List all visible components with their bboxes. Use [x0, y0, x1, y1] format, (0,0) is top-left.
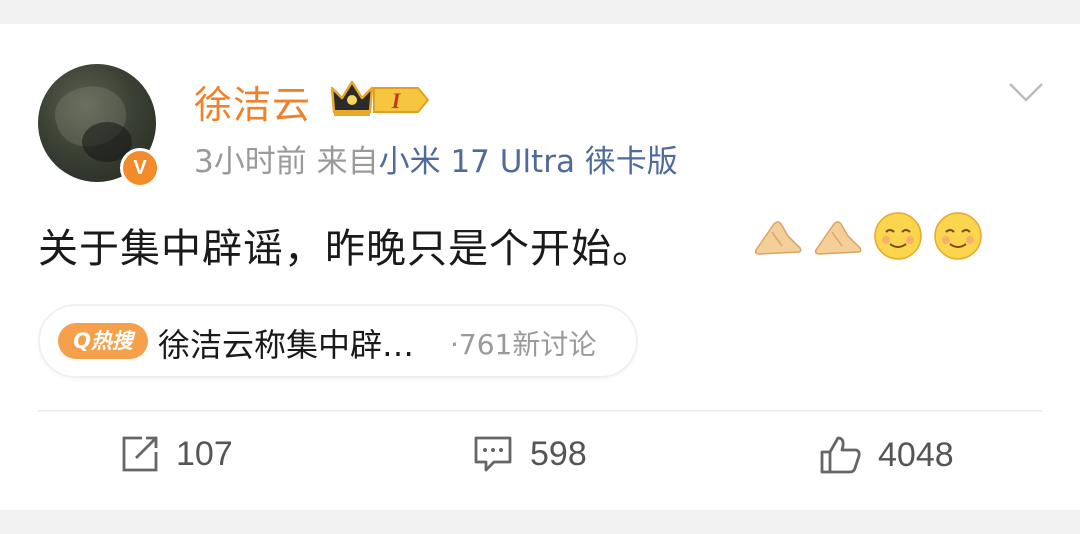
- share-button[interactable]: 107: [120, 434, 233, 474]
- hot-search-count: ·761新讨论: [450, 328, 597, 361]
- verified-badge-icon: V: [120, 148, 160, 188]
- thumbs-up-icon: [820, 436, 861, 474]
- like-count: 4048: [878, 435, 954, 474]
- username[interactable]: 徐洁云: [194, 74, 311, 129]
- avatar[interactable]: V: [38, 64, 160, 188]
- emoji-row: [752, 210, 984, 262]
- hot-search-link[interactable]: Q热搜 徐洁云称集中辟… ·761新讨论: [40, 306, 636, 376]
- divider: [38, 410, 1042, 412]
- post-source[interactable]: 小米 17 Ultra 徕卡版: [379, 144, 678, 180]
- pray-hands-icon: [754, 221, 802, 255]
- like-button[interactable]: 4048: [818, 434, 954, 476]
- chevron-down-icon[interactable]: [1008, 80, 1044, 104]
- comment-icon: [474, 436, 512, 472]
- post-meta: 3小时前 来自小米 17 Ultra 徕卡版: [194, 136, 678, 181]
- source-prefix: 来自: [316, 144, 379, 180]
- comment-count: 598: [530, 434, 587, 473]
- hot-search-badge: Q热搜: [58, 323, 148, 359]
- post-text: 关于集中辟谣，昨晚只是个开始。: [38, 226, 653, 272]
- comment-button[interactable]: 598: [472, 434, 587, 474]
- pray-hands-icon: [814, 221, 862, 255]
- hot-search-title: 徐洁云称集中辟…: [158, 326, 415, 364]
- share-icon: [122, 436, 158, 472]
- vip-level-label: I: [391, 88, 402, 113]
- vip-level-icon: I: [373, 87, 430, 113]
- share-count: 107: [176, 434, 233, 473]
- post-time: 3小时前: [194, 144, 307, 180]
- smile-face-icon: [934, 212, 982, 260]
- weibo-post-card: V 徐洁云 I 3小时前 来自小米 17 Ultra 徕卡版 关于集中辟谣，昨晚…: [0, 24, 1080, 510]
- smile-face-icon: [874, 212, 922, 260]
- crown-icon: [330, 80, 374, 116]
